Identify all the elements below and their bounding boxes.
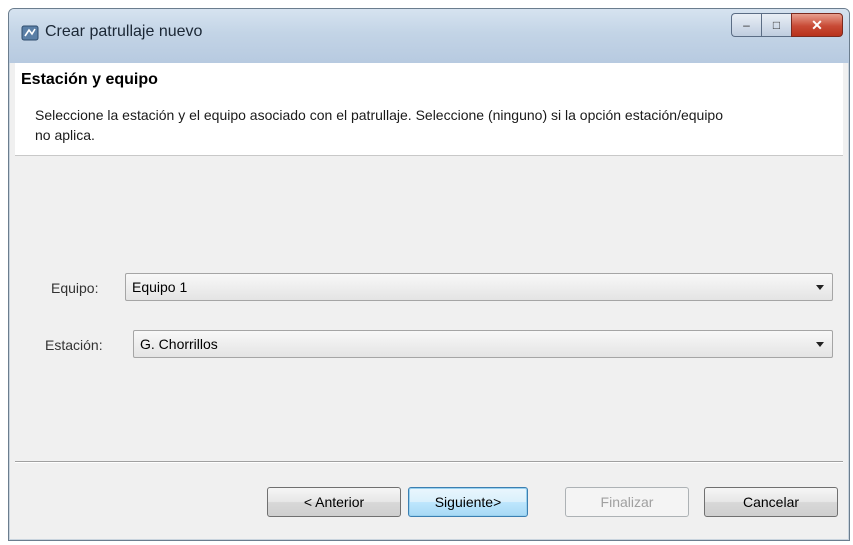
team-label: Equipo: xyxy=(51,280,99,296)
chevron-down-icon xyxy=(816,342,824,347)
wizard-window: Crear patrullaje nuevo – □ ✕ Estación y … xyxy=(8,8,850,541)
station-select[interactable]: G. Chorrillos xyxy=(133,330,833,358)
station-label: Estación: xyxy=(45,337,103,353)
app-window-icon xyxy=(21,25,39,41)
maximize-button[interactable]: □ xyxy=(761,13,791,37)
wizard-header: Estación y equipo Seleccione la estación… xyxy=(15,63,843,156)
team-select-value: Equipo 1 xyxy=(132,279,188,295)
cancel-button[interactable]: Cancelar xyxy=(704,487,838,517)
team-select[interactable]: Equipo 1 xyxy=(125,273,833,301)
station-select-value: G. Chorrillos xyxy=(140,336,218,352)
page-description: Seleccione la estación y el equipo asoci… xyxy=(35,107,724,143)
minimize-button[interactable]: – xyxy=(731,13,761,37)
close-button[interactable]: ✕ xyxy=(791,13,843,37)
chevron-down-icon xyxy=(816,285,824,290)
window-title: Crear patrullaje nuevo xyxy=(45,23,203,40)
finish-button[interactable]: Finalizar xyxy=(565,487,689,517)
caption-buttons: – □ ✕ xyxy=(731,13,843,37)
footer-divider xyxy=(15,461,843,463)
page-title: Estación y equipo xyxy=(21,71,158,88)
back-button[interactable]: < Anterior xyxy=(267,487,401,517)
form-area: Equipo: Equipo 1 Estación: G. Chorrillos xyxy=(15,156,843,461)
title-bar[interactable]: Crear patrullaje nuevo – □ ✕ xyxy=(9,9,849,63)
next-button[interactable]: Siguiente> xyxy=(408,487,528,517)
